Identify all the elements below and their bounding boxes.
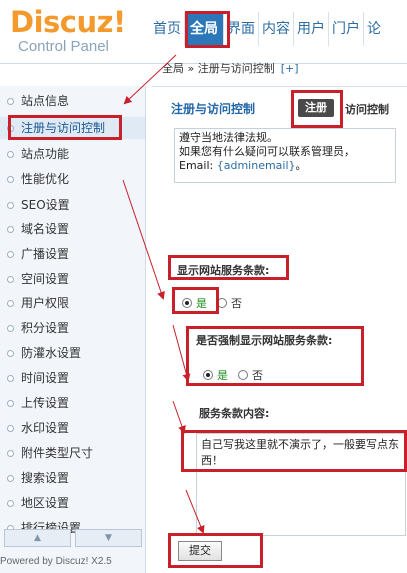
sidebar-item-space[interactable]: 空间设置 bbox=[0, 268, 145, 290]
scroll-down-icon[interactable]: ▼ bbox=[75, 529, 142, 547]
sidebar-item-search[interactable]: 搜索设置 bbox=[0, 467, 145, 489]
show-terms-radio-group: 是 否 bbox=[182, 295, 242, 311]
sidebar-item-domain[interactable]: 域名设置 bbox=[0, 218, 145, 240]
welcome-message-textarea[interactable]: 遵守当地法律法规。 如果您有什么疑问可以联系管理员， Email: {admin… bbox=[174, 128, 396, 183]
notice-email-line: Email: {adminemail}。 bbox=[179, 159, 391, 173]
force-terms-radio-group: 是 否 bbox=[203, 367, 263, 383]
nav-users[interactable]: 用户 bbox=[293, 12, 328, 46]
tab-register[interactable]: 注册 bbox=[298, 99, 334, 117]
annotation-arrow bbox=[172, 400, 186, 434]
notice-line-1: 遵守当地法律法规。 bbox=[179, 131, 278, 144]
sidebar-item-time[interactable]: 时间设置 bbox=[0, 367, 145, 389]
force-terms-yes-label[interactable]: 是 bbox=[217, 367, 228, 383]
sidebar-item-site-features[interactable]: 站点功能 bbox=[0, 143, 145, 165]
force-terms-no-label[interactable]: 否 bbox=[252, 367, 263, 383]
control-panel-subtitle: Control Panel bbox=[18, 38, 109, 55]
force-terms-label: 是否强制显示网站服务条款: bbox=[196, 334, 333, 347]
show-terms-no-radio[interactable] bbox=[217, 298, 227, 308]
sidebar-item-broadcast[interactable]: 广播设置 bbox=[0, 243, 145, 265]
nav-interface[interactable]: 界面 bbox=[223, 12, 258, 46]
force-terms-yes-radio[interactable] bbox=[203, 370, 213, 380]
sidebar-item-upload[interactable]: 上传设置 bbox=[0, 392, 145, 414]
nav-global[interactable]: 全局 bbox=[184, 12, 223, 46]
tab-access-control[interactable]: 访问控制 bbox=[345, 101, 389, 117]
show-terms-yes-label[interactable]: 是 bbox=[196, 295, 207, 311]
sidebar-item-register-access[interactable]: 注册与访问控制 bbox=[0, 117, 145, 139]
sidebar-item-anti-flood[interactable]: 防灌水设置 bbox=[0, 342, 145, 364]
sidebar-item-seo[interactable]: SEO设置 bbox=[0, 194, 145, 216]
sidebar-scroll-controls: ▲ ▼ bbox=[0, 529, 145, 549]
nav-forum[interactable]: 论 bbox=[363, 12, 384, 46]
sidebar-item-site-info[interactable]: 站点信息 bbox=[0, 90, 145, 112]
sidebar-item-attachment-types[interactable]: 附件类型尺寸 bbox=[0, 442, 145, 464]
nav-home[interactable]: 首页 bbox=[150, 12, 184, 46]
email-prefix: Email: bbox=[179, 159, 217, 172]
brand-logo: Discuz! bbox=[10, 5, 126, 39]
sidebar-item-permissions[interactable]: 用户权限 bbox=[0, 292, 145, 314]
header: Discuz! Control Panel 首页 全局 界面 内容 用户 门户 … bbox=[0, 0, 407, 64]
annotation-arrow bbox=[172, 324, 191, 382]
nav-content[interactable]: 内容 bbox=[258, 12, 293, 46]
sidebar: 站点信息 注册与访问控制 站点功能 性能优化 SEO设置 域名设置 广播设置 空… bbox=[0, 86, 146, 573]
force-terms-no-radio[interactable] bbox=[238, 370, 248, 380]
nav-portal[interactable]: 门户 bbox=[328, 12, 363, 46]
divider bbox=[152, 86, 407, 87]
breadcrumb-text: 全局 » 注册与访问控制 bbox=[162, 62, 275, 75]
show-terms-no-label[interactable]: 否 bbox=[231, 295, 242, 311]
scroll-up-icon[interactable]: ▲ bbox=[4, 529, 71, 547]
powered-by: Powered by Discuz! X2.5 bbox=[0, 556, 112, 567]
sidebar-item-performance[interactable]: 性能优化 bbox=[0, 168, 145, 190]
top-nav: 首页 全局 界面 内容 用户 门户 论 bbox=[150, 12, 384, 46]
sidebar-item-watermark[interactable]: 水印设置 bbox=[0, 417, 145, 439]
show-terms-yes-radio[interactable] bbox=[182, 298, 192, 308]
sidebar-item-region[interactable]: 地区设置 bbox=[0, 492, 145, 514]
email-tag: {adminemail} bbox=[216, 159, 296, 172]
email-suffix: 。 bbox=[295, 159, 307, 172]
page-title: 注册与访问控制 bbox=[171, 102, 256, 116]
submit-button[interactable]: 提交 bbox=[178, 541, 222, 561]
terms-content-textarea[interactable]: 自己写我这里就不演示了，一般要写点东西！ bbox=[196, 433, 406, 536]
logo: Discuz! Control Panel bbox=[10, 6, 150, 61]
add-shortcut-link[interactable]: [+] bbox=[281, 62, 299, 75]
show-terms-label: 显示网站服务条款: bbox=[177, 264, 270, 277]
notice-line-2: 如果您有什么疑问可以联系管理员， bbox=[179, 145, 355, 158]
breadcrumb: 全局 » 注册与访问控制 [+] bbox=[162, 60, 299, 76]
terms-content-label: 服务条款内容: bbox=[199, 407, 270, 420]
sidebar-item-credits[interactable]: 积分设置 bbox=[0, 317, 145, 339]
